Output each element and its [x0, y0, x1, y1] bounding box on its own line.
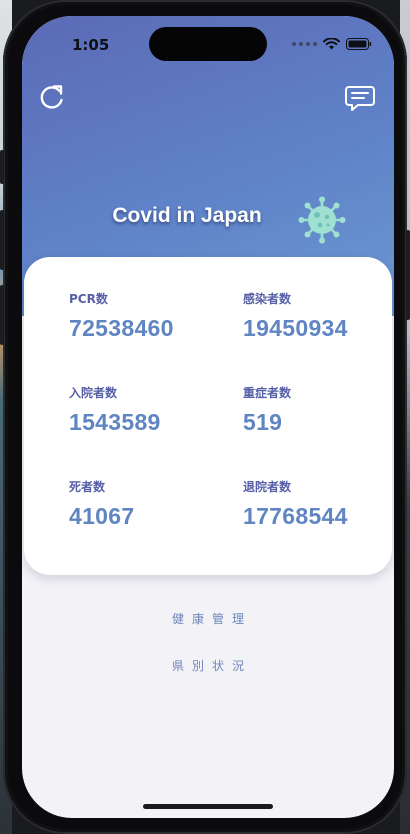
stat-pcr: PCR数 72538460	[69, 290, 174, 342]
stat-value: 41067	[69, 503, 135, 529]
refresh-button[interactable]	[35, 80, 69, 114]
home-indicator[interactable]	[143, 804, 273, 809]
stat-label: 死者数	[69, 480, 106, 494]
status-time: 1:05	[72, 36, 110, 54]
refresh-icon	[40, 85, 63, 109]
virus-icon	[298, 196, 346, 244]
stat-discharged: 退院者数 17768544	[243, 478, 348, 530]
chat-button[interactable]	[343, 80, 377, 114]
battery-icon	[346, 38, 372, 50]
stat-deaths: 死者数 41067	[69, 478, 134, 530]
prefecture-status-link[interactable]: 県別状況	[22, 657, 394, 674]
stat-label: 退院者数	[243, 480, 292, 494]
dynamic-island	[149, 27, 267, 61]
stat-severe: 重症者数 519	[243, 384, 291, 436]
app-screen: 1:05 Covid in Japan PCR数 72538460 感染者数 1…	[22, 16, 394, 818]
stat-value: 519	[243, 409, 283, 435]
stat-value: 17768544	[243, 503, 348, 529]
stat-label: PCR数	[69, 292, 108, 306]
power-button	[406, 230, 410, 320]
volume-up-button	[0, 210, 4, 270]
stat-infected: 感染者数 19450934	[243, 290, 348, 342]
stat-value: 72538460	[69, 315, 174, 341]
status-icons	[292, 38, 372, 50]
wifi-icon	[323, 38, 340, 50]
action-button	[0, 150, 4, 184]
cellular-signal-icon	[292, 42, 317, 46]
phone-frame: 1:05 Covid in Japan PCR数 72538460 感染者数 1…	[0, 0, 410, 834]
volume-down-button	[0, 285, 4, 345]
stat-label: 入院者数	[69, 386, 118, 400]
stat-label: 感染者数	[243, 292, 292, 306]
stats-card: PCR数 72538460 感染者数 19450934 入院者数 1543589…	[24, 257, 392, 575]
stat-label: 重症者数	[243, 386, 292, 400]
stat-value: 1543589	[69, 409, 161, 435]
chat-bubble-icon	[345, 86, 375, 111]
stat-value: 19450934	[243, 315, 348, 341]
health-management-link[interactable]: 健康管理	[22, 610, 394, 627]
stat-hospitalized: 入院者数 1543589	[69, 384, 161, 436]
